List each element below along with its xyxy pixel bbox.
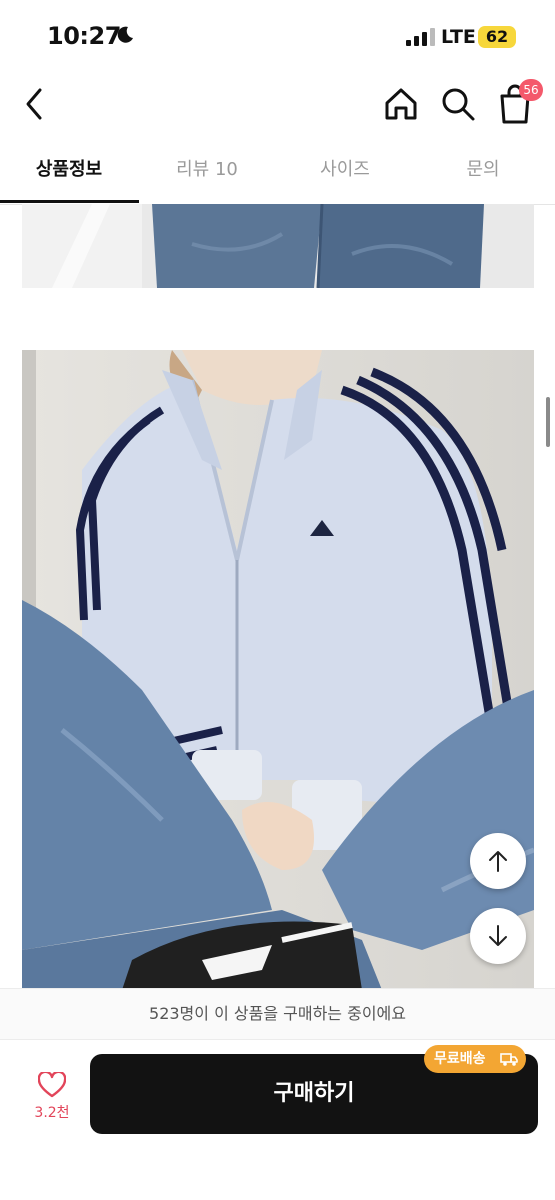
- status-bar: 10:27 LTE 62: [0, 0, 555, 72]
- arrow-up-icon: [489, 851, 507, 872]
- heart-icon: [38, 1072, 66, 1098]
- viewers-banner: 523명이 이 상품을 구매하는 중이에요: [0, 988, 555, 1040]
- scroll-down-button[interactable]: [470, 908, 526, 964]
- home-icon[interactable]: [380, 84, 422, 124]
- product-photo-1: [22, 204, 534, 288]
- free-shipping-label: 무료배송: [434, 1051, 486, 1067]
- free-shipping-badge: 무료배송: [424, 1045, 526, 1073]
- signal-icon: [406, 28, 435, 46]
- search-icon[interactable]: [437, 84, 479, 124]
- scrollbar-thumb[interactable]: [546, 397, 550, 447]
- tab-size[interactable]: 사이즈: [276, 142, 414, 204]
- product-tabs: 상품정보 리뷰 10 사이즈 문의: [0, 142, 555, 205]
- status-time: 10:27: [47, 22, 121, 50]
- active-tab-indicator: [0, 200, 139, 203]
- back-arrow-icon[interactable]: [18, 84, 52, 124]
- like-button[interactable]: 3.2천: [22, 1072, 82, 1132]
- top-nav: [0, 72, 555, 134]
- product-photo-2: [22, 350, 534, 990]
- network-label: LTE: [441, 26, 476, 48]
- tab-reviews[interactable]: 리뷰 10: [138, 142, 276, 204]
- tab-inquiry[interactable]: 문의: [414, 142, 552, 204]
- tab-product-info[interactable]: 상품정보: [0, 142, 138, 204]
- arrow-down-icon: [489, 925, 507, 946]
- moon-icon: [117, 26, 133, 43]
- like-count: 3.2천: [34, 1105, 70, 1121]
- cart-count-badge: 56: [519, 79, 543, 101]
- truck-icon: [500, 1053, 518, 1066]
- battery-indicator: 62: [478, 26, 516, 48]
- scroll-to-top-button[interactable]: [470, 833, 526, 889]
